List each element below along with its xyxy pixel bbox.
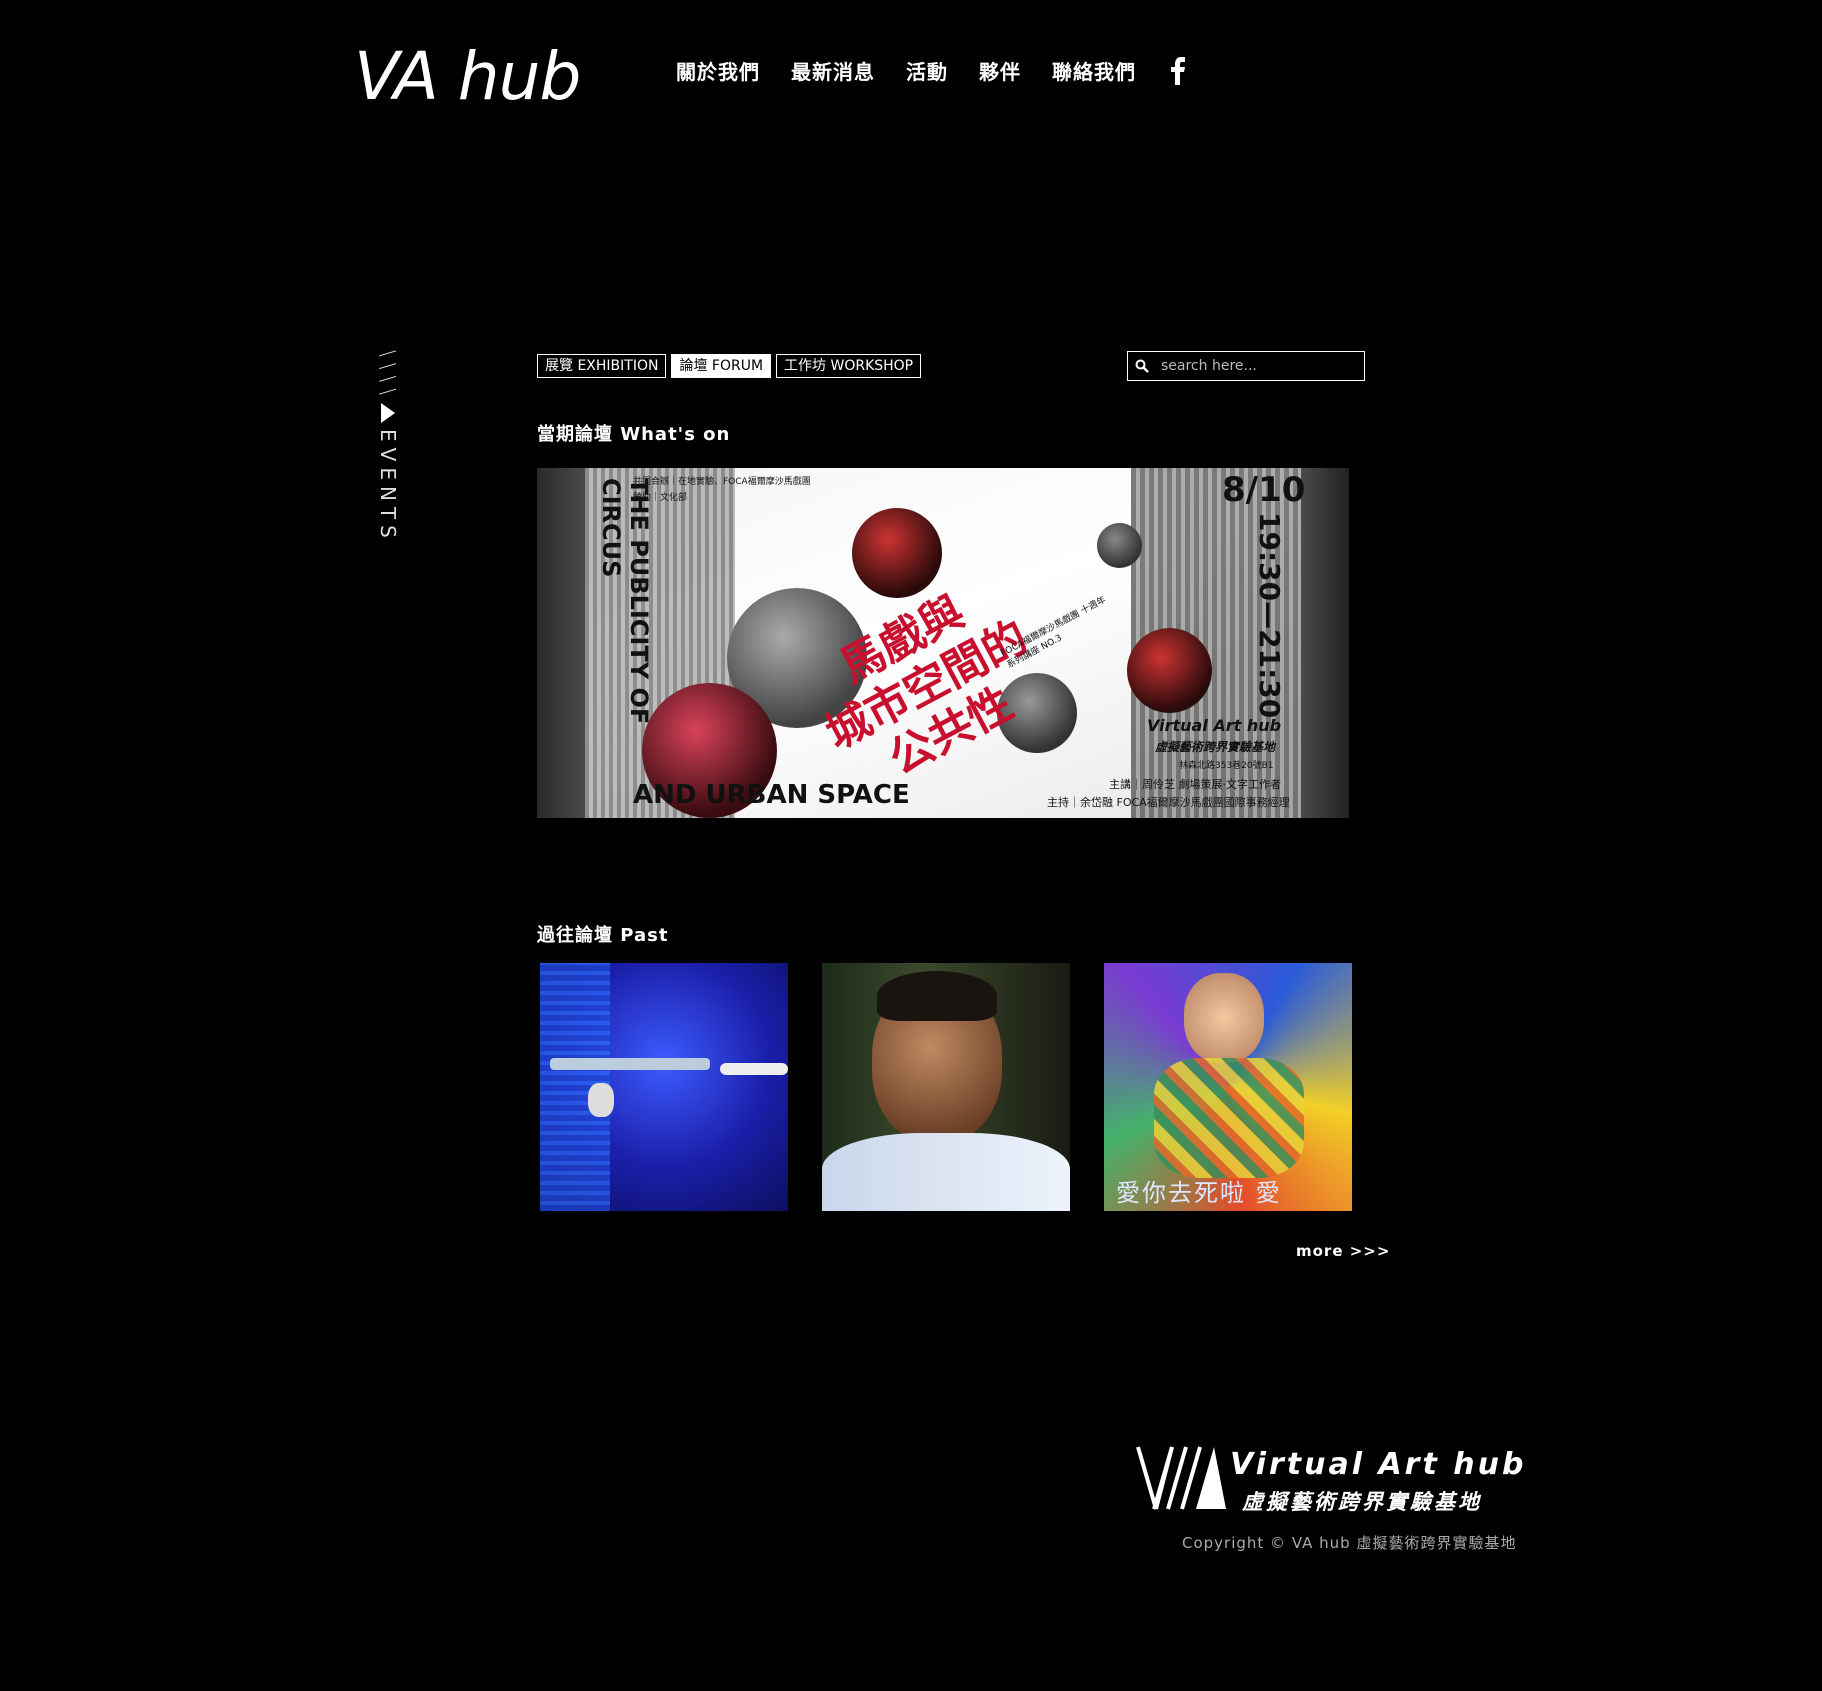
banner-venue-zh: 虛擬藝術跨界實驗基地 (1155, 740, 1276, 754)
thumb-shirt-decoration (1154, 1058, 1304, 1178)
main-nav: 關於我們 最新消息 活動 夥伴 聯絡我們 (676, 56, 1187, 85)
slashes-decoration: \\\\ (376, 350, 400, 401)
banner-speaker: 主講｜周伶芝 劇場策展·文字工作者 (1109, 778, 1281, 791)
filter-exhibition[interactable]: 展覽 EXHIBITION (537, 354, 667, 378)
thumb-hair-decoration (877, 971, 997, 1021)
more-link[interactable]: more >>> (1296, 1242, 1390, 1260)
thumb-arm-decoration (720, 1063, 788, 1075)
site-logo[interactable]: VA hub (354, 38, 581, 115)
nav-item-partners[interactable]: 夥伴 (979, 56, 1021, 85)
banner-time: 19:30—21:30 (1253, 512, 1286, 719)
section-title-past: 過往論壇 Past (537, 925, 669, 946)
thumb-face-decoration (1184, 973, 1264, 1063)
banner-sponsor: 贊助｜文化部 (633, 493, 688, 503)
footer-subtitle: 虛擬藝術跨界實驗基地 (1242, 1490, 1482, 1514)
search-icon (1135, 359, 1149, 373)
nav-item-events[interactable]: 活動 (906, 56, 948, 85)
banner-host: 主持｜余岱融 FOCA福爾摩沙馬戲團國際事務經理 (1047, 796, 1290, 809)
nav-item-news[interactable]: 最新消息 (791, 56, 875, 85)
events-label: EVENTS (376, 428, 400, 544)
copyright: Copyright © VA hub 虛擬藝術跨界實驗基地 (1182, 1534, 1517, 1552)
category-filters: 展覽 EXHIBITION 論壇 FORUM 工作坊 WORKSHOP (537, 354, 926, 378)
filter-forum[interactable]: 論壇 FORUM (671, 354, 772, 378)
facebook-icon[interactable] (1169, 56, 1187, 85)
banner-date: 8/10 (1222, 470, 1306, 510)
thumb-arm-decoration (550, 1058, 710, 1070)
banner-sphere (852, 508, 942, 598)
nav-item-contact[interactable]: 聯絡我們 (1052, 56, 1136, 85)
search-box (1127, 351, 1365, 381)
past-forum-thumb-robotic-hands[interactable] (540, 963, 788, 1211)
section-title-whats-on: 當期論壇 What's on (537, 424, 731, 445)
events-side-label: \\\\ EVENTS (376, 350, 400, 544)
thumb-caption: 愛你去死啦 愛 (1116, 1179, 1282, 1207)
past-forum-thumb-man-smoking[interactable] (822, 963, 1070, 1211)
filter-workshop[interactable]: 工作坊 WORKSHOP (776, 354, 922, 378)
past-forums-list: 愛你去死啦 愛 (540, 963, 1386, 1211)
banner-title-en-vertical: THE PUBLICITY OF CIRCUS (597, 478, 653, 725)
banner-sphere (1097, 523, 1142, 568)
current-forum-banner[interactable]: THE PUBLICITY OF CIRCUS AND URBAN SPACE … (537, 468, 1349, 818)
search-input[interactable] (1159, 357, 1353, 375)
banner-cohost: 共同合辦｜在地實驗、FOCA福爾摩沙馬戲團 (633, 477, 811, 487)
triangle-icon (381, 402, 395, 423)
thumb-shirt-decoration (822, 1133, 1070, 1211)
thumb-mask-decoration (588, 1083, 614, 1117)
nav-item-about[interactable]: 關於我們 (676, 56, 760, 85)
banner-venue-en: Virtual Art hub (1147, 716, 1282, 735)
banner-address: 林森北路353巷20號B1 (1179, 761, 1274, 771)
past-forum-thumb-colorful-portrait[interactable]: 愛你去死啦 愛 (1104, 963, 1352, 1211)
banner-sphere (1127, 628, 1212, 713)
footer-brand: Virtual Art hub (1230, 1447, 1527, 1482)
